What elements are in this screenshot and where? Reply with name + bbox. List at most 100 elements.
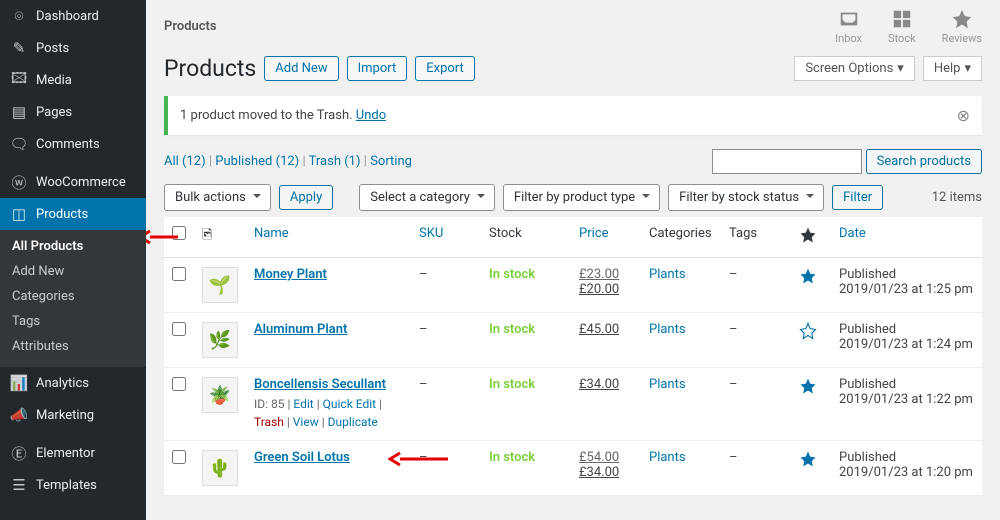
stock-status: In stock <box>489 450 535 465</box>
sidebar-item-elementor[interactable]: Ⓔ Elementor <box>0 437 146 469</box>
product-name-link[interactable]: Boncellensis Secullant <box>254 377 386 392</box>
add-new-button[interactable]: Add New <box>264 56 338 81</box>
view-sorting[interactable]: Sorting <box>370 154 412 169</box>
sidebar-item-media[interactable]: 🖾Media <box>0 64 146 96</box>
col-price[interactable]: Price <box>571 217 641 258</box>
date-cell: Published 2019/01/23 at 1:24 pm <box>831 313 982 368</box>
item-count: 12 items <box>932 190 982 205</box>
table-row: 🪴 Boncellensis SecullantID: 85 | Edit | … <box>164 368 982 441</box>
product-thumb: 🪴 <box>202 377 238 413</box>
trash-link[interactable]: Trash <box>254 415 284 429</box>
sidebar-item-templates[interactable]: ☰Templates <box>0 469 146 501</box>
row-checkbox[interactable] <box>172 377 186 391</box>
submenu-tags[interactable]: Tags <box>0 309 146 334</box>
sidebar-item-posts[interactable]: ✎Posts <box>0 32 146 64</box>
quick-edit-link[interactable]: Quick Edit <box>323 397 376 411</box>
sidebar-item-label: Comments <box>36 137 100 152</box>
col-categories: Categories <box>641 217 721 258</box>
sidebar-item-label: Pages <box>36 105 72 120</box>
featured-star-icon[interactable] <box>799 267 817 285</box>
sidebar-item-products[interactable]: ◫Products <box>0 198 146 230</box>
undo-link[interactable]: Undo <box>356 108 386 123</box>
sidebar-item-label: Elementor <box>36 446 95 461</box>
sidebar-item-marketing[interactable]: 📣 Marketing <box>0 399 146 431</box>
screen-options-toggle[interactable]: Screen Options ▾ <box>794 56 915 81</box>
sidebar-item-woocommerce[interactable]: ⓦWooCommerce <box>0 166 146 198</box>
chart-icon: 📊 <box>10 374 28 392</box>
product-name-link[interactable]: Green Soil Lotus <box>254 450 350 465</box>
category-link[interactable]: Plants <box>649 322 686 337</box>
col-sku[interactable]: SKU <box>411 217 481 258</box>
search-input[interactable] <box>712 149 862 174</box>
row-checkbox[interactable] <box>172 450 186 464</box>
sidebar-item-dashboard[interactable]: ⌾Dashboard <box>0 0 146 32</box>
star-icon <box>951 8 973 30</box>
product-thumb: 🌿 <box>202 322 238 358</box>
price-cell: £34.00 <box>571 368 641 441</box>
date-cell: Published 2019/01/23 at 1:22 pm <box>831 368 982 441</box>
sidebar-item-label: Marketing <box>36 408 94 423</box>
select-all-checkbox[interactable] <box>172 226 186 240</box>
help-toggle[interactable]: Help ▾ <box>923 56 982 81</box>
category-link[interactable]: Plants <box>649 267 686 282</box>
search-button[interactable]: Search products <box>866 149 982 174</box>
woo-icon: ⓦ <box>10 173 28 191</box>
export-button[interactable]: Export <box>415 56 475 81</box>
stock-filter-select[interactable]: Filter by stock status <box>668 184 824 211</box>
row-checkbox[interactable] <box>172 322 186 336</box>
view-trash[interactable]: Trash (1) <box>309 154 361 169</box>
sidebar-item-pages[interactable]: ▤Pages <box>0 96 146 128</box>
sidebar-item-label: Posts <box>36 41 69 56</box>
featured-star-icon[interactable] <box>799 450 817 468</box>
gauge-icon: ⌾ <box>10 7 28 25</box>
topicon-stock[interactable]: Stock <box>888 8 916 45</box>
submenu-attributes[interactable]: Attributes <box>0 334 146 359</box>
sidebar-item-label: Media <box>36 73 72 88</box>
product-type-filter-select[interactable]: Filter by product type <box>503 184 660 211</box>
product-name-link[interactable]: Money Plant <box>254 267 327 282</box>
edit-link[interactable]: Edit <box>293 397 313 411</box>
grid-icon <box>891 8 913 30</box>
bulk-actions-select[interactable]: Bulk actions <box>164 184 271 211</box>
featured-star-icon[interactable] <box>799 322 817 340</box>
tags-cell: – <box>721 441 791 496</box>
topicon-inbox[interactable]: Inbox <box>835 8 862 45</box>
duplicate-link[interactable]: Duplicate <box>328 415 378 429</box>
date-cell: Published 2019/01/23 at 1:20 pm <box>831 441 982 496</box>
view-link[interactable]: View <box>293 415 319 429</box>
category-link[interactable]: Plants <box>649 450 686 465</box>
inbox-icon <box>838 8 860 30</box>
category-filter-select[interactable]: Select a category <box>359 184 495 211</box>
submenu-add-new[interactable]: Add New <box>0 259 146 284</box>
tags-cell: – <box>721 313 791 368</box>
view-published[interactable]: Published (12) <box>215 154 299 169</box>
sidebar-item-comments[interactable]: 🗨Comments <box>0 128 146 160</box>
trash-notice: 1 product moved to the Trash. Undo ⊗ <box>164 96 982 135</box>
sidebar-item-label: Analytics <box>36 376 89 391</box>
sku-cell: – <box>411 258 481 313</box>
stock-status: In stock <box>489 377 535 392</box>
topicon-reviews[interactable]: Reviews <box>942 8 982 45</box>
tags-cell: – <box>721 368 791 441</box>
col-date[interactable]: Date <box>831 217 982 258</box>
box-icon: ◫ <box>10 205 28 223</box>
featured-column-icon <box>799 226 817 244</box>
view-all[interactable]: All (12) <box>164 154 206 169</box>
sidebar-item-analytics[interactable]: 📊 Analytics <box>0 367 146 399</box>
col-name[interactable]: Name <box>246 217 411 258</box>
apply-button[interactable]: Apply <box>279 185 333 210</box>
view-links: All (12) | Published (12) | Trash (1) | … <box>164 154 412 169</box>
templates-icon: ☰ <box>10 476 28 494</box>
category-link[interactable]: Plants <box>649 377 686 392</box>
submenu-categories[interactable]: Categories <box>0 284 146 309</box>
filter-button[interactable]: Filter <box>832 185 883 210</box>
elementor-icon: Ⓔ <box>10 444 28 462</box>
product-name-link[interactable]: Aluminum Plant <box>254 322 347 337</box>
import-button[interactable]: Import <box>347 56 408 81</box>
megaphone-icon: 📣 <box>10 406 28 424</box>
featured-star-icon[interactable] <box>799 377 817 395</box>
notice-text: 1 product moved to the Trash. Undo <box>180 108 386 123</box>
row-checkbox[interactable] <box>172 267 186 281</box>
dismiss-notice-icon[interactable]: ⊗ <box>957 106 970 125</box>
submenu-all-products[interactable]: All Products <box>0 234 146 259</box>
